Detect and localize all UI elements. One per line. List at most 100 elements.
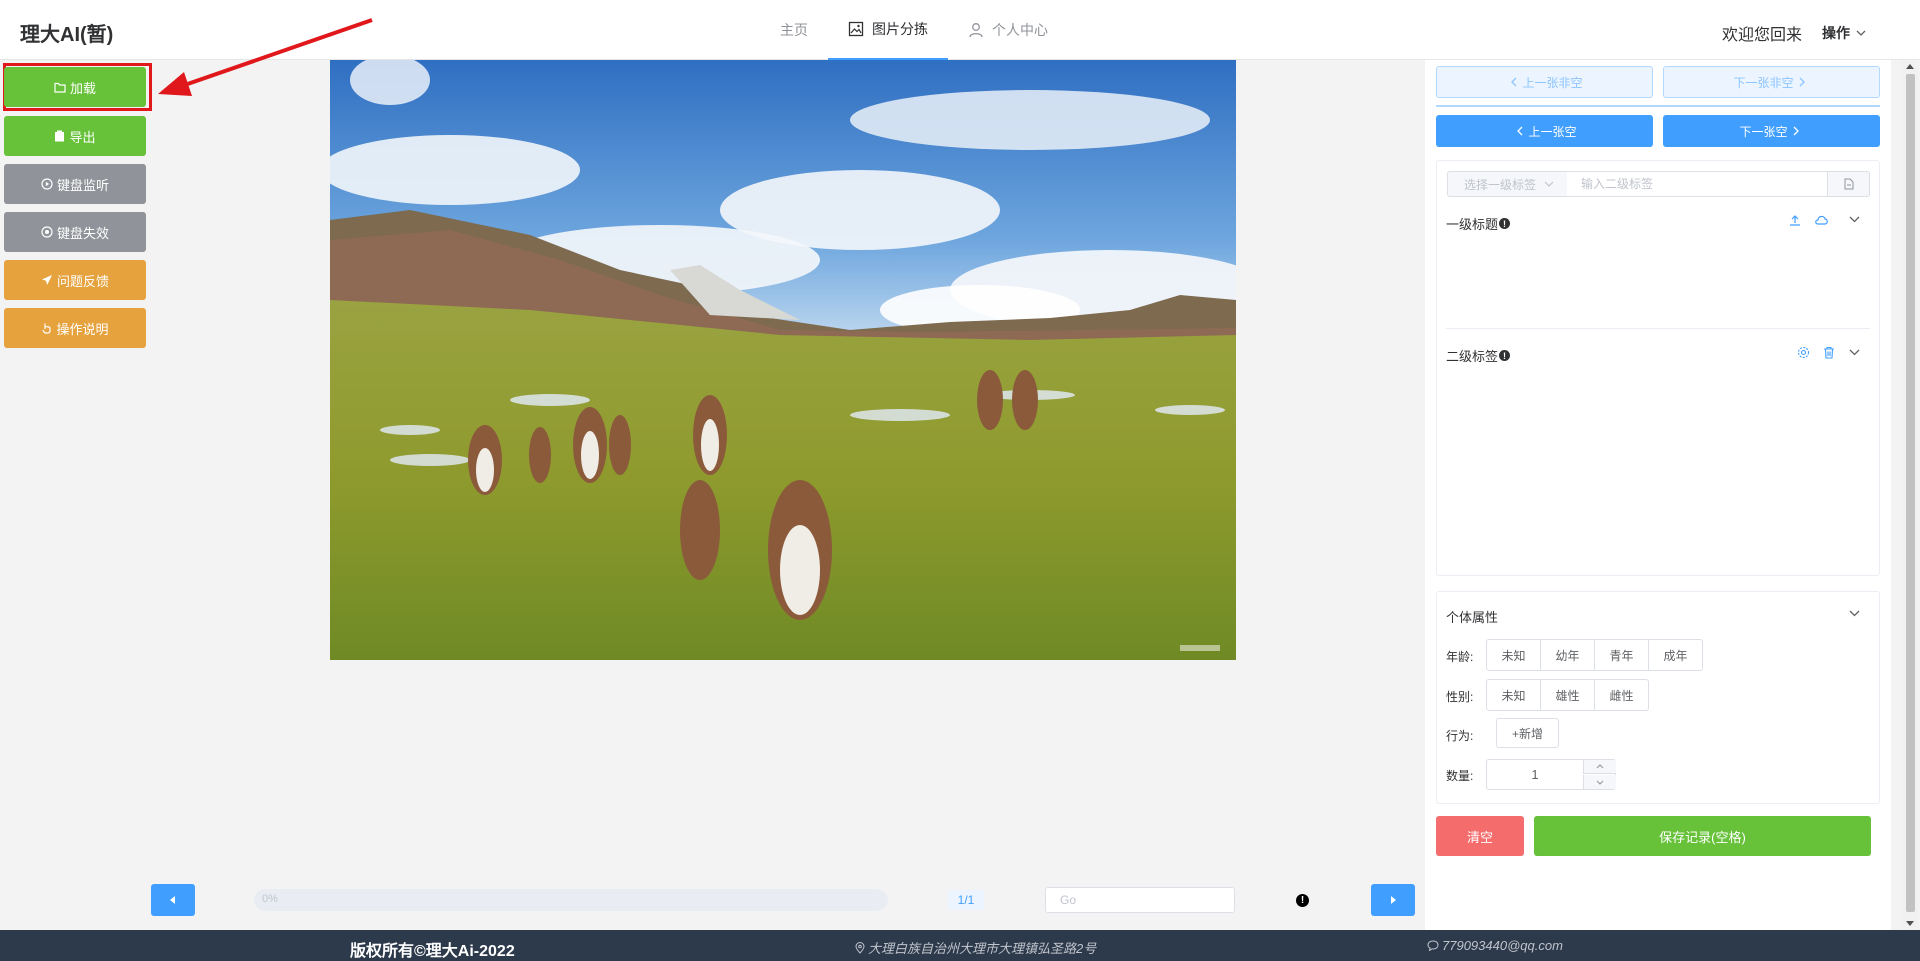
section-divider (1446, 328, 1870, 329)
clear-button[interactable]: 清空 (1436, 816, 1524, 856)
age-option[interactable]: 未知 (1486, 639, 1541, 671)
prev-page-button[interactable] (151, 884, 195, 916)
footer-address-text: 大理白族自治州大理市大理镇弘圣路2号 (868, 941, 1097, 956)
gender-option[interactable]: 雌性 (1594, 679, 1649, 711)
next-nonempty-button[interactable]: 下一张非空 (1663, 66, 1880, 98)
play-circle-icon (41, 178, 53, 190)
behavior-label: 行为: (1446, 729, 1474, 743)
next-empty-button[interactable]: 下一张空 (1663, 115, 1880, 147)
gender-radio-group: 未知 雄性 雌性 (1486, 679, 1649, 711)
tag-file-button[interactable] (1827, 171, 1870, 197)
secondary-title-heading: 二级标签 ! (1446, 346, 1511, 365)
collapse-primary-icon[interactable] (1849, 216, 1860, 223)
prev-empty-label: 上一张空 (1528, 124, 1577, 139)
age-option[interactable]: 青年 (1594, 639, 1649, 671)
add-behavior-button[interactable]: +新增 (1496, 718, 1559, 748)
prev-empty-button[interactable]: 上一张空 (1436, 115, 1653, 147)
feedback-button[interactable]: 问题反馈 (4, 260, 146, 300)
chevron-right-icon (1793, 126, 1799, 136)
load-button-label: 加载 (69, 80, 96, 96)
go-page-input[interactable] (1045, 887, 1235, 913)
save-record-button[interactable]: 保存记录(空格) (1534, 816, 1871, 856)
increment-icon[interactable] (1583, 760, 1616, 774)
count-label: 数量: (1446, 769, 1474, 783)
chevron-left-icon (1517, 126, 1523, 136)
user-icon (969, 23, 983, 38)
age-label: 年龄: (1446, 650, 1474, 664)
export-button[interactable]: 导出 (4, 116, 146, 156)
footer-email: 779093440@qq.com (1427, 938, 1563, 953)
keyboard-listen-button[interactable]: 键盘监听 (4, 164, 146, 204)
attributes-title-label: 个体属性 (1446, 610, 1499, 625)
info-icon[interactable]: ! (1499, 350, 1511, 361)
instructions-button-label: 操作说明 (56, 321, 109, 337)
load-button[interactable]: 加载 (4, 67, 146, 107)
info-icon[interactable]: ! (1499, 218, 1511, 229)
location-icon (855, 941, 865, 954)
primary-tag-select[interactable]: 选择一级标签 (1447, 171, 1568, 197)
operations-label: 操作 (1822, 25, 1850, 41)
footer: 版权所有©理大Ai-2022 大理白族自治州大理市大理镇弘圣路2号 779093… (0, 930, 1920, 961)
attributes-heading: 个体属性 (1446, 607, 1498, 626)
gender-option[interactable]: 未知 (1486, 679, 1541, 711)
nav-image-sorting-label: 图片分拣 (872, 21, 928, 37)
keyboard-disable-button[interactable]: 键盘失效 (4, 212, 146, 252)
nav-home[interactable]: 主页 (760, 0, 828, 60)
chevron-down-icon (1544, 181, 1554, 187)
chevron-down-icon (1856, 30, 1866, 36)
primary-title-heading: 一级标题 ! (1446, 214, 1511, 233)
decrement-icon[interactable] (1583, 775, 1616, 789)
secondary-tag-input[interactable] (1567, 171, 1828, 197)
prev-nonempty-button[interactable]: 上一张非空 (1436, 66, 1653, 98)
primary-title-label: 一级标题 (1446, 217, 1499, 232)
keyboard-disable-label: 键盘失效 (56, 225, 109, 241)
collapse-attributes-icon[interactable] (1849, 610, 1860, 617)
next-nonempty-label: 下一张非空 (1733, 75, 1794, 90)
gear-icon[interactable] (1797, 346, 1810, 359)
instructions-button[interactable]: 操作说明 (4, 308, 146, 348)
delete-icon[interactable] (1823, 346, 1835, 359)
age-option[interactable]: 幼年 (1540, 639, 1595, 671)
send-icon (41, 275, 52, 285)
count-stepper[interactable]: 1 (1486, 759, 1616, 790)
collapse-secondary-icon[interactable] (1849, 349, 1860, 356)
progress-bar: 0% (254, 889, 888, 911)
caret-left-icon (170, 896, 175, 904)
nav-home-label: 主页 (780, 22, 808, 38)
nav-image-sorting[interactable]: 图片分拣 (828, 0, 948, 60)
prev-nonempty-label: 上一张非空 (1522, 75, 1583, 90)
next-page-button[interactable] (1371, 884, 1415, 916)
scroll-down-icon[interactable] (1906, 921, 1914, 926)
upload-icon[interactable] (1789, 214, 1801, 226)
welcome-text: 欢迎您回来 (1722, 27, 1803, 44)
footer-copyright: 版权所有©理大Ai-2022 (350, 943, 515, 960)
chevron-left-icon (1511, 77, 1517, 87)
scroll-up-icon[interactable] (1906, 64, 1914, 69)
clipboard-icon (55, 130, 65, 142)
nav-user-center[interactable]: 个人中心 (948, 0, 1068, 60)
info-icon[interactable]: ! (1296, 894, 1309, 907)
nav-user-center-label: 个人中心 (992, 22, 1048, 38)
folder-icon (54, 82, 66, 93)
gender-label: 性别: (1446, 690, 1474, 704)
export-button-label: 导出 (69, 129, 96, 145)
operations-dropdown[interactable]: 操作 (1822, 23, 1866, 43)
chat-icon (1427, 940, 1439, 951)
scroll-thumb[interactable] (1906, 74, 1915, 912)
age-radio-group: 未知 幼年 青年 成年 (1486, 639, 1703, 671)
landscape-image (330, 60, 1236, 660)
scrollbar[interactable] (1902, 60, 1918, 930)
document-icon (1844, 178, 1853, 190)
count-value[interactable]: 1 (1487, 760, 1583, 789)
footer-address: 大理白族自治州大理市大理镇弘圣路2号 (855, 938, 1096, 957)
page-count: 1/1 (948, 890, 984, 910)
app-logo: 理大AI(暂) (20, 24, 114, 46)
main-nav: 主页 图片分拣 个人中心 (760, 0, 1068, 60)
footer-email-text: 779093440@qq.com (1442, 938, 1563, 953)
gender-option[interactable]: 雄性 (1540, 679, 1595, 711)
age-option[interactable]: 成年 (1648, 639, 1703, 671)
primary-tag-select-placeholder: 选择一级标签 (1464, 177, 1537, 192)
secondary-title-label: 二级标签 (1446, 349, 1499, 364)
stop-circle-icon (41, 226, 53, 238)
cloud-icon[interactable] (1814, 214, 1829, 225)
